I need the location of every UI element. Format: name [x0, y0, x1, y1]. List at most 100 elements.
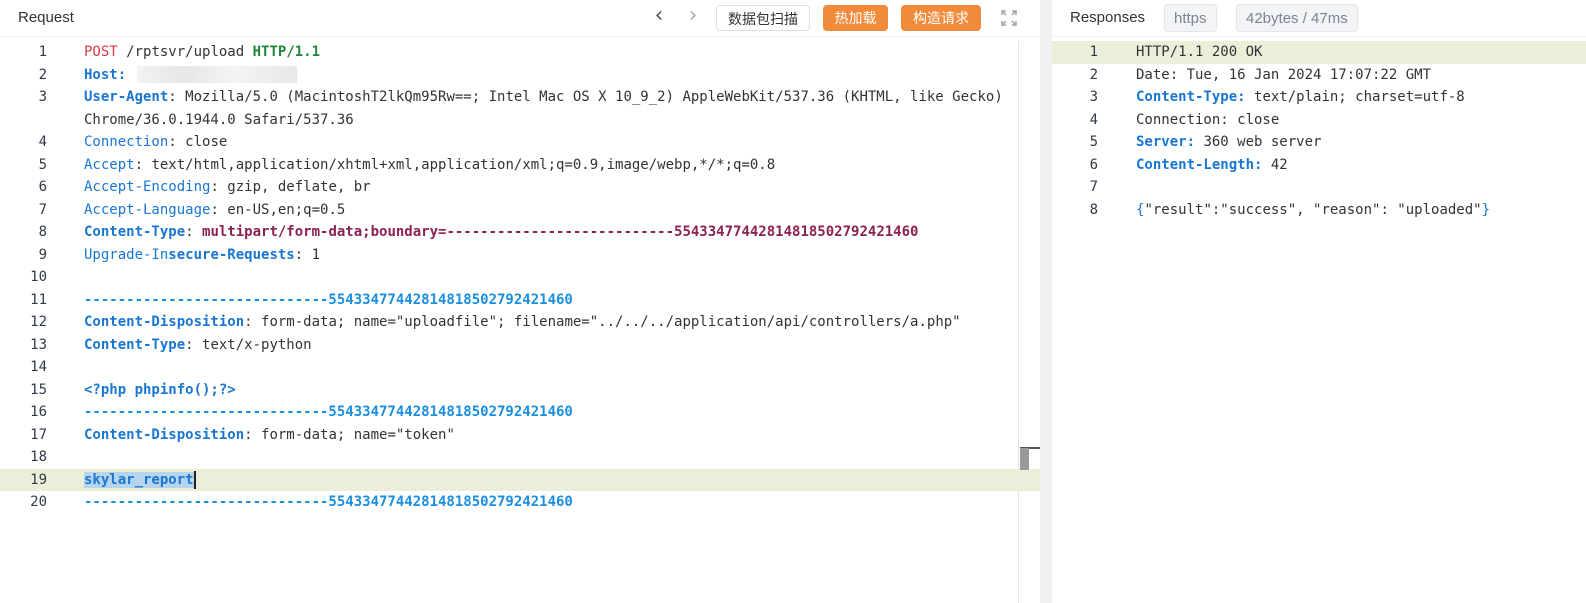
header-key: Accept — [84, 156, 135, 173]
code-line: 6 Content-Length: 42 — [1052, 154, 1586, 177]
line-number: 6 — [1089, 156, 1098, 173]
header-key: Content-Type: — [1136, 89, 1246, 105]
token-value: skylar_report — [84, 471, 194, 488]
header-key: Content-Length: — [1136, 156, 1263, 173]
chevron-left-icon[interactable]: ‹ — [648, 5, 670, 29]
code-line: 2 Date: Tue, 16 Jan 2024 17:07:22 GMT — [1052, 64, 1586, 87]
request-title: Request — [18, 9, 74, 26]
header-key: Content-Disposition — [84, 426, 245, 443]
code-line: 9 Upgrade-Insecure-Requests: 1 — [0, 244, 1040, 267]
chevron-right-icon[interactable]: › — [682, 5, 704, 29]
code-line: 5 Accept: text/html,application/xhtml+xm… — [0, 154, 1040, 177]
php-payload: <?php phpinfo();?> — [84, 381, 236, 398]
line-number: 3 — [1089, 89, 1098, 105]
line-number: 19 — [30, 471, 47, 488]
line-number: 1 — [38, 44, 47, 60]
header-key: Host — [84, 66, 118, 83]
response-header: Responses https 42bytes / 47ms — [1052, 0, 1586, 37]
code-line: 3 User-Agent: Mozilla/5.0 (MacintoshT2lk… — [0, 86, 1040, 131]
code-line: 13 Content-Type: text/x-python — [0, 334, 1040, 357]
header-value: text/plain; charset=utf-8 — [1254, 89, 1465, 105]
scrollbar-thumb[interactable] — [1020, 448, 1029, 470]
response-editor[interactable]: 1 HTTP/1.1 200 OK 2 Date: Tue, 16 Jan 20… — [1052, 41, 1586, 603]
line-number: 1 — [1089, 44, 1098, 60]
line-number: 14 — [30, 359, 47, 375]
response-title: Responses — [1070, 9, 1146, 26]
code-line: 8 Content-Type: multipart/form-data;boun… — [0, 221, 1040, 244]
header-key: User-Agent — [84, 89, 169, 105]
line-number: 10 — [30, 269, 47, 285]
header-key-part: secure-Requests — [168, 246, 295, 263]
header-key: Content-Type — [84, 224, 186, 240]
header-value: 1 — [311, 246, 321, 263]
line-number: 5 — [1089, 134, 1098, 150]
line-number: 15 — [30, 381, 47, 398]
header-value: gzip, deflate, br — [227, 179, 371, 195]
line-number: 20 — [30, 494, 47, 510]
http-protocol: HTTP/1.1 — [252, 44, 321, 60]
code-line: 4 Connection: close — [0, 131, 1040, 154]
panel-divider[interactable] — [1040, 0, 1052, 603]
header-key: Content-Disposition — [84, 314, 245, 330]
header-value: form-data; name="uploadfile"; filename="… — [261, 314, 961, 330]
active-code-line: 1 HTTP/1.1 200 OK — [1052, 41, 1586, 64]
code-line: 7 Accept-Language: en-US,en;q=0.5 — [0, 199, 1040, 222]
header-value: form-data; name="token" — [261, 426, 455, 443]
code-line: 4 Connection: close — [1052, 109, 1586, 132]
header-key: Accept-Language — [84, 201, 211, 218]
header-value: 42 — [1270, 156, 1288, 173]
header-key: Connection — [84, 134, 169, 150]
line-number: 4 — [1089, 111, 1098, 128]
line-number: 9 — [38, 246, 47, 263]
line-number: 12 — [30, 314, 47, 330]
header-value: multipart/form-data;boundary=-----------… — [202, 224, 919, 240]
status-line: HTTP/1.1 200 OK — [1136, 44, 1263, 60]
line-number: 8 — [38, 224, 47, 240]
hot-load-button[interactable]: 热加载 — [823, 5, 888, 31]
build-request-button[interactable]: 构造请求 — [901, 5, 981, 31]
header-line: Connection: close — [1136, 111, 1280, 128]
code-line: 3 Content-Type: text/plain; charset=utf-… — [1052, 86, 1586, 109]
line-number: 7 — [1089, 179, 1098, 195]
line-number: 8 — [1089, 201, 1098, 218]
header-key: Server: — [1136, 134, 1196, 150]
response-panel: Responses https 42bytes / 47ms 1 HTTP/1.… — [1052, 0, 1586, 603]
text-cursor — [193, 470, 196, 489]
size-time-badge: 42bytes / 47ms — [1236, 4, 1358, 32]
http-method: POST — [84, 44, 118, 60]
header-value: Mozilla/5.0 (MacintoshT2lkQm95Rw==; Inte… — [84, 89, 1012, 128]
line-number: 2 — [1089, 66, 1098, 83]
header-key-part: Upgrade-In — [84, 246, 169, 263]
code-line: 20 -----------------------------55433477… — [0, 491, 1040, 514]
multipart-boundary: -----------------------------55433477442… — [84, 404, 573, 420]
header-key: Content-Type — [84, 336, 186, 353]
header-key: Accept-Encoding — [84, 179, 211, 195]
code-line: 5 Server: 360 web server — [1052, 131, 1586, 154]
line-number: 13 — [30, 336, 47, 353]
code-line: 16 -----------------------------55433477… — [0, 401, 1040, 424]
multipart-boundary: -----------------------------55433477442… — [84, 291, 573, 308]
request-panel: Request ‹ › 数据包扫描 热加载 构造请求 1 POST /rptsv… — [0, 0, 1040, 603]
response-body: "result":"success", "reason": "uploaded" — [1144, 201, 1482, 218]
protocol-badge: https — [1164, 4, 1217, 32]
line-number: 18 — [30, 449, 47, 465]
code-line: 15 <?php phpinfo();?> — [0, 379, 1040, 402]
header-value: text/html,application/xhtml+xml,applicat… — [151, 156, 776, 173]
packet-scan-button[interactable]: 数据包扫描 — [716, 5, 810, 31]
header-value: en-US,en;q=0.5 — [227, 201, 346, 218]
code-line: 6 Accept-Encoding: gzip, deflate, br — [0, 176, 1040, 199]
request-editor[interactable]: 1 POST /rptsvr/upload HTTP/1.1 2 Host: 3… — [0, 41, 1040, 603]
line-number: 6 — [38, 179, 47, 195]
line-number: 7 — [38, 201, 47, 218]
code-line: 7 — [1052, 176, 1586, 199]
line-number: 2 — [38, 66, 47, 83]
multipart-boundary: -----------------------------55433477442… — [84, 494, 573, 510]
fullscreen-icon[interactable] — [1000, 9, 1018, 27]
code-line: 14 — [0, 356, 1040, 379]
header-value: text/x-python — [202, 336, 312, 353]
line-number: 5 — [38, 156, 47, 173]
code-line: 8 {"result":"success", "reason": "upload… — [1052, 199, 1586, 222]
request-path: /rptsvr/upload — [126, 44, 245, 60]
line-number: 3 — [38, 89, 47, 105]
code-line: 2 Host: — [0, 64, 1040, 87]
